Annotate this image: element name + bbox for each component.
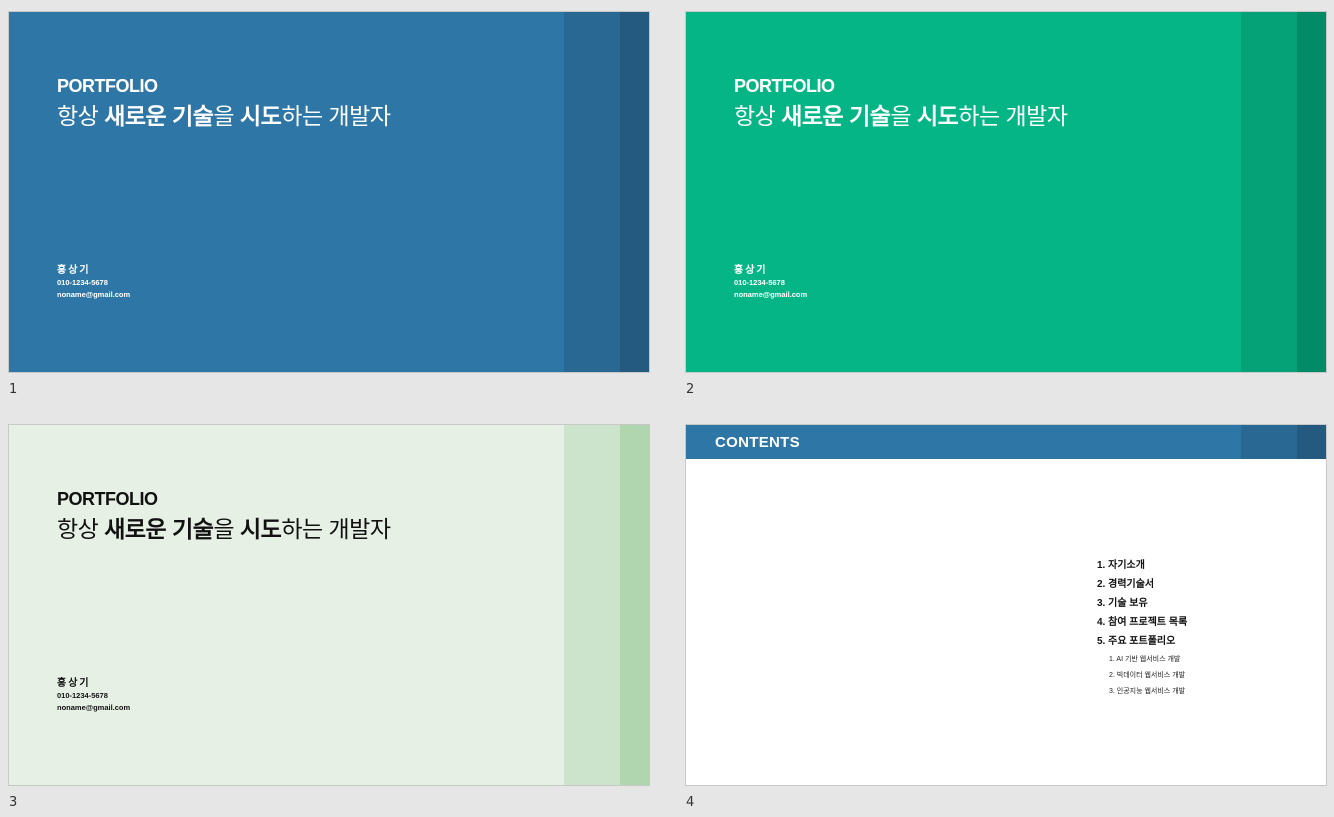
table-of-contents: 1. 자기소개 2. 경력기술서 3. 기술 보유 4. 참여 프로젝트 목록 … (1097, 556, 1187, 700)
slide-number: 4 (686, 795, 695, 810)
portfolio-title: PORTFOLIO (57, 489, 158, 509)
toc-subitem: 3. 인공지능 웹서비스 개발 (1109, 688, 1186, 695)
phone-number: 010-1234-5678 (57, 691, 108, 700)
subtitle-part: 항상 (57, 516, 105, 542)
subtitle: 항상 새로운 기술을 시도하는 개발자 (57, 102, 391, 130)
toc-item: 5. 주요 포트폴리오 (1097, 636, 1176, 647)
title-block: PORTFOLIO 항상 새로운 기술을 시도하는 개발자 (57, 489, 391, 543)
slide-number: 3 (9, 795, 18, 810)
subtitle-emphasis: 새로운 기술 (104, 516, 214, 542)
portfolio-title: PORTFOLIO (57, 76, 158, 96)
author-name: 홍상기 (57, 678, 91, 689)
author-name: 홍상기 (57, 265, 91, 276)
subtitle-part: 을 (890, 103, 917, 129)
decorative-stripe (564, 12, 620, 372)
slide-thumbnail-3[interactable]: PORTFOLIO 항상 새로운 기술을 시도하는 개발자 홍상기 010-12… (8, 424, 650, 786)
toc-item: 1. 자기소개 (1097, 560, 1145, 571)
slide-thumbnail-4[interactable]: CONTENTS 1. 자기소개 2. 경력기술서 3. 기술 보유 4. 참여… (685, 424, 1327, 786)
toc-sublist: 1. AI 기반 웹서비스 개발 2. 빅데이터 웹서비스 개발 3. 인공지능… (1097, 652, 1187, 700)
subtitle-emphasis: 새로운 기술 (104, 103, 214, 129)
decorative-stripe (1297, 12, 1326, 372)
toc-item: 2. 경력기술서 (1097, 579, 1155, 590)
subtitle-part: 항상 (734, 103, 782, 129)
phone-number: 010-1234-5678 (734, 278, 785, 287)
toc-subitem: 2. 빅데이터 웹서비스 개발 (1109, 672, 1186, 679)
subtitle-emphasis: 새로운 기술 (781, 103, 891, 129)
decorative-stripe (620, 425, 649, 785)
decorative-stripe (1241, 425, 1297, 459)
slide-number: 1 (9, 382, 18, 397)
decorative-stripe (564, 425, 620, 785)
contents-header-bar: CONTENTS (686, 425, 1326, 459)
slide-thumbnail-1[interactable]: PORTFOLIO 항상 새로운 기술을 시도하는 개발자 홍상기 010-12… (8, 11, 650, 373)
contact-block: 홍상기 010-1234-5678 noname@gmail.com (57, 677, 130, 714)
email-address: noname@gmail.com (734, 290, 808, 299)
toc-item: 3. 기술 보유 (1097, 598, 1148, 609)
subtitle-part: 을 (213, 516, 240, 542)
decorative-stripe (620, 12, 649, 372)
decorative-stripe (1241, 12, 1297, 372)
toc-subitem: 1. AI 기반 웹서비스 개발 (1109, 656, 1181, 663)
title-block: PORTFOLIO 항상 새로운 기술을 시도하는 개발자 (734, 76, 1068, 130)
email-address: noname@gmail.com (57, 703, 131, 712)
subtitle-emphasis: 시도 (239, 516, 282, 542)
subtitle-part: 하는 개발자 (958, 103, 1068, 129)
email-address: noname@gmail.com (57, 290, 131, 299)
subtitle-part: 을 (213, 103, 240, 129)
contact-block: 홍상기 010-1234-5678 noname@gmail.com (57, 264, 130, 301)
subtitle-part: 하는 개발자 (281, 516, 391, 542)
title-block: PORTFOLIO 항상 새로운 기술을 시도하는 개발자 (57, 76, 391, 130)
subtitle: 항상 새로운 기술을 시도하는 개발자 (57, 515, 391, 543)
decorative-stripe (1297, 425, 1326, 459)
subtitle-emphasis: 시도 (916, 103, 959, 129)
subtitle-part: 하는 개발자 (281, 103, 391, 129)
slide-number: 2 (686, 382, 695, 397)
contact-block: 홍상기 010-1234-5678 noname@gmail.com (734, 264, 807, 301)
subtitle-part: 항상 (57, 103, 105, 129)
portfolio-title: PORTFOLIO (734, 76, 835, 96)
author-name: 홍상기 (734, 265, 768, 276)
subtitle-emphasis: 시도 (239, 103, 282, 129)
contents-title: CONTENTS (715, 434, 800, 451)
phone-number: 010-1234-5678 (57, 278, 108, 287)
slide-thumbnail-2[interactable]: PORTFOLIO 항상 새로운 기술을 시도하는 개발자 홍상기 010-12… (685, 11, 1327, 373)
toc-item: 4. 참여 프로젝트 목록 (1097, 617, 1188, 628)
subtitle: 항상 새로운 기술을 시도하는 개발자 (734, 102, 1068, 130)
